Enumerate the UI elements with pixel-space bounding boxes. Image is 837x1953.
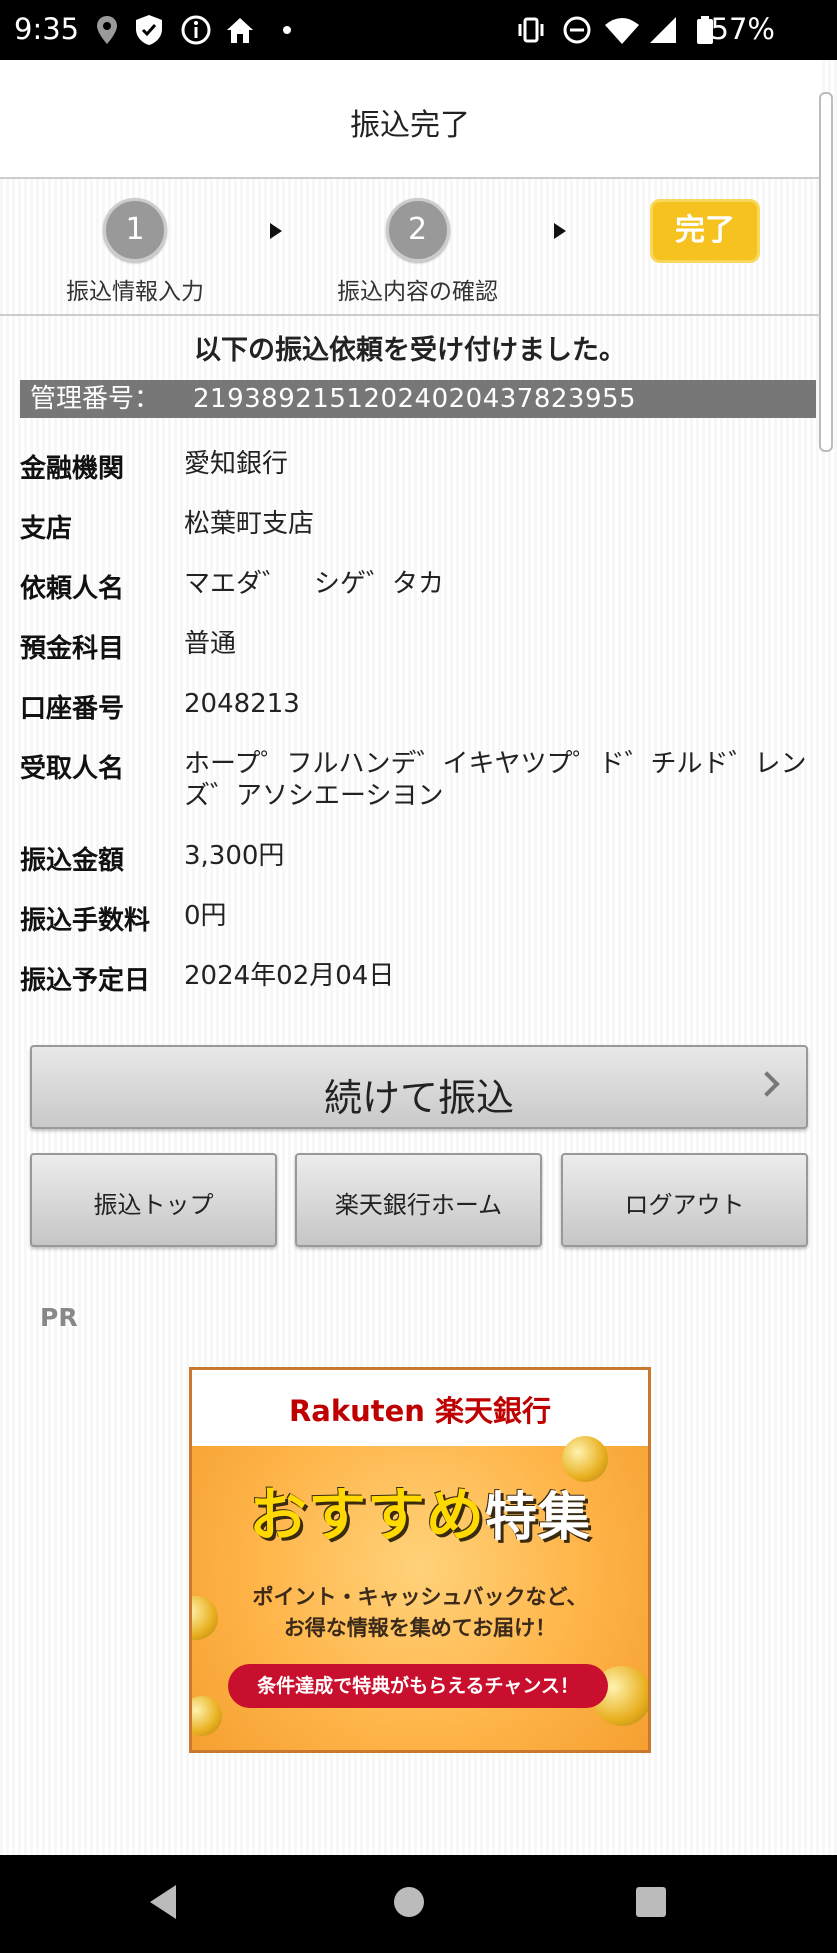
step-arrow-icon	[554, 223, 566, 239]
step-indicator: 1 振込情報入力 2 振込内容の確認 完了	[0, 178, 820, 316]
dot-icon	[282, 14, 292, 46]
detail-label: 振込手数料	[20, 906, 151, 936]
step-1-label: 振込情報入力	[66, 279, 204, 305]
banner-subtitle-line1: ポイント・キャッシュバックなど、	[252, 1585, 588, 1609]
detail-value: マエダ゛ シゲ゛タカ	[184, 569, 445, 599]
detail-label: 振込予定日	[20, 966, 151, 996]
svg-text:4: 4	[608, 34, 614, 45]
step-1: 1 振込情報入力	[60, 198, 210, 306]
pr-label: PR	[40, 1303, 78, 1332]
detail-value: 普通	[184, 629, 237, 659]
bank-home-button[interactable]: 楽天銀行ホーム	[295, 1153, 542, 1247]
detail-label: 依頼人名	[20, 574, 125, 604]
banner-body: おすすめ特集 ポイント・キャッシュバックなど、 お得な情報を集めてお届け！ 条件…	[192, 1436, 648, 1750]
detail-label: 預金科目	[20, 634, 125, 664]
step-2-number: 2	[385, 198, 450, 262]
detail-value: 2024年02月04日	[184, 961, 395, 991]
step-1-number: 1	[103, 198, 167, 262]
page-title: 振込完了	[350, 108, 470, 143]
step-3-complete: 完了	[650, 199, 760, 263]
detail-value: 2048213	[184, 689, 300, 719]
transfer-top-label: 振込トップ	[93, 1191, 214, 1219]
back-icon[interactable]	[150, 1885, 176, 1919]
banner-cta: 条件達成で特典がもらえるチャンス！	[228, 1664, 608, 1708]
banner-title-sub: 特集	[485, 1488, 592, 1548]
location-icon	[96, 14, 118, 46]
dnd-icon	[562, 14, 592, 46]
detail-value: 愛知銀行	[184, 449, 289, 479]
wifi-icon: 4	[604, 14, 640, 46]
detail-label: 金融機関	[20, 454, 125, 484]
detail-value: 0円	[184, 901, 227, 931]
coin-icon	[192, 1696, 222, 1736]
recent-apps-icon[interactable]	[636, 1887, 666, 1917]
banner-title-main: おすすめ	[248, 1481, 485, 1549]
banner-header: Rakuten 楽天銀行	[192, 1370, 648, 1446]
detail-value: ホープ゜フルハンデ゛イキヤツプ゜ド゛チルド゛レンズ゛アソシエーシヨン	[184, 749, 807, 811]
scrollbar[interactable]	[819, 92, 833, 452]
logout-label: ログアウト	[624, 1191, 745, 1219]
step-2-label: 振込内容の確認	[337, 279, 498, 305]
page-header: 振込完了	[0, 60, 820, 179]
continue-transfer-button[interactable]: 続けて振込	[30, 1045, 808, 1129]
banner-subtitle-line2: お得な情報を集めてお届け！	[283, 1616, 557, 1640]
transfer-top-button[interactable]: 振込トップ	[30, 1153, 277, 1247]
signal-icon	[648, 14, 680, 46]
management-number-bar: 管理番号： 2193892151202402043782395​5	[20, 380, 816, 418]
detail-label: 受取人名	[20, 754, 125, 784]
step-arrow-icon	[270, 223, 282, 239]
info-icon	[180, 14, 212, 46]
management-number-value: 2193892151202402043782395​5	[193, 384, 637, 414]
navigation-bar	[0, 1855, 837, 1953]
home-icon	[224, 14, 256, 46]
continue-transfer-label: 続けて振込	[323, 1076, 514, 1120]
detail-label: 支店	[20, 514, 73, 544]
battery-percentage: 57%	[710, 12, 775, 46]
detail-label: 口座番号	[20, 694, 125, 724]
completion-message: 以下の振込依頼を受け付けました。	[194, 335, 626, 366]
bank-home-label: 楽天銀行ホーム	[334, 1191, 503, 1219]
shield-icon	[134, 14, 164, 46]
home-button-icon[interactable]	[394, 1887, 424, 1917]
logout-button[interactable]: ログアウト	[561, 1153, 808, 1247]
vibrate-icon	[516, 14, 546, 46]
status-bar: 9:35 4 57%	[0, 0, 837, 60]
banner-title: おすすめ特集	[192, 1468, 648, 1552]
banner-subtitle: ポイント・キャッシュバックなど、 お得な情報を集めてお届け！	[192, 1582, 648, 1644]
status-time: 9:35	[14, 12, 80, 46]
rakuten-logo: Rakuten 楽天銀行	[288, 1394, 552, 1428]
step-2: 2 振込内容の確認	[330, 198, 505, 306]
detail-label: 振込金額	[20, 846, 125, 876]
detail-value: 3,300円	[184, 841, 285, 871]
promo-banner[interactable]: Rakuten 楽天銀行 おすすめ特集 ポイント・キャッシュバックなど、 お得な…	[189, 1367, 651, 1753]
detail-value: 松葉町支店	[184, 509, 315, 539]
management-number-label: 管理番号：	[30, 384, 161, 414]
